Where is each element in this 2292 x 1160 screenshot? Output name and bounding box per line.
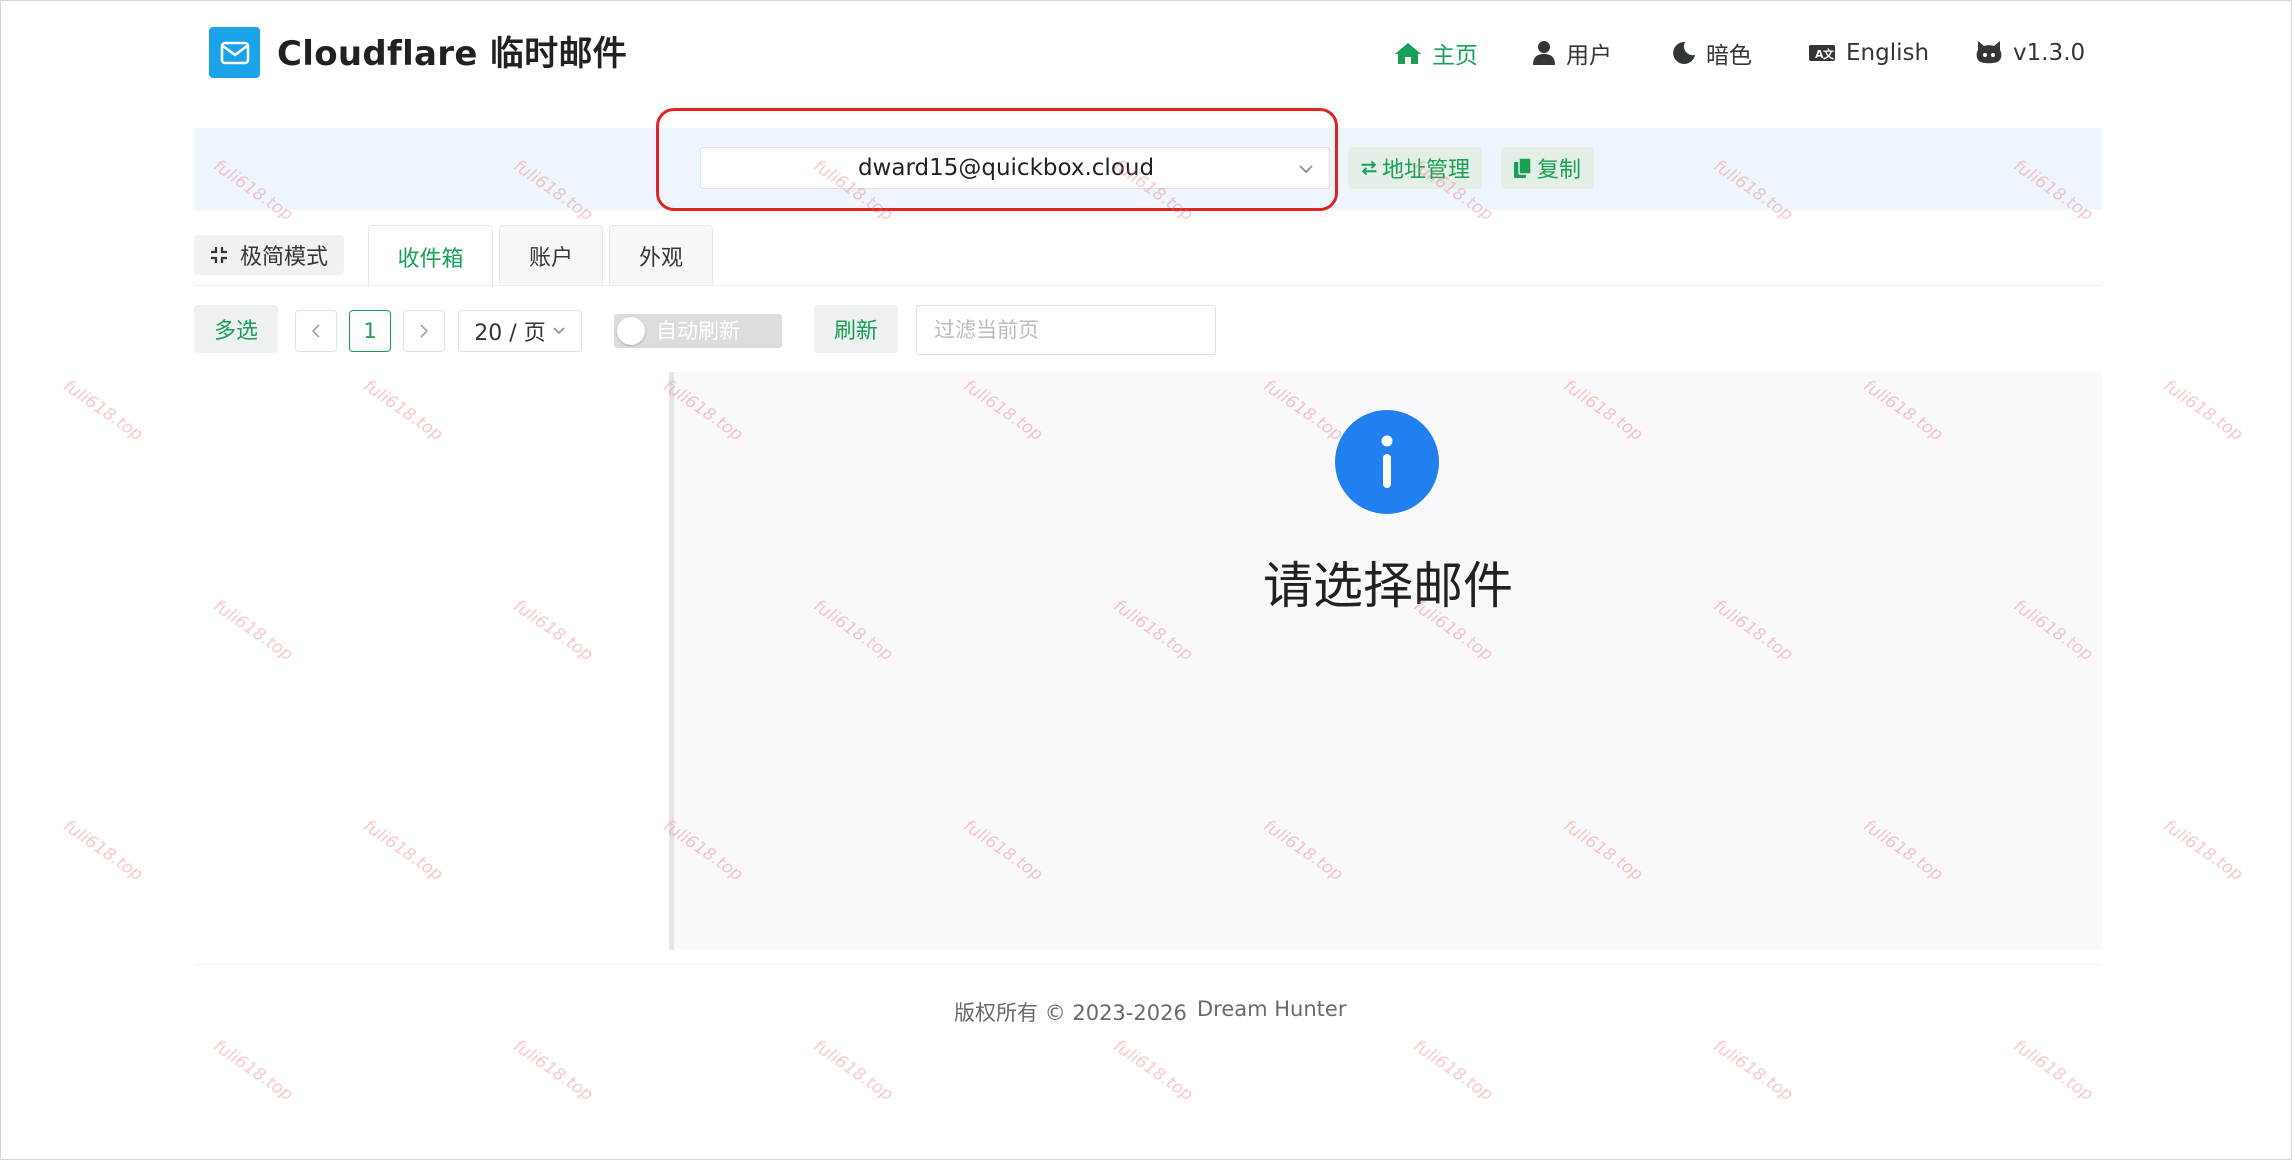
page-size-select[interactable]: 20 / 页: [458, 310, 582, 352]
home-icon: [1395, 43, 1421, 64]
watermark-text: fuli618.top: [1109, 1036, 1197, 1106]
copy-address-button[interactable]: 复制: [1501, 147, 1594, 189]
page-size-value: 20 / 页: [474, 321, 546, 346]
watermark-text: fuli618.top: [209, 1036, 297, 1106]
watermark-text: fuli618.top: [59, 376, 147, 446]
nav-dark-mode-label: 暗色: [1706, 43, 1752, 69]
minimal-mode-button[interactable]: 极简模式: [194, 235, 344, 275]
highlight-box: [656, 108, 1338, 211]
moon-icon: [1673, 41, 1695, 64]
tab-account[interactable]: 账户: [499, 225, 603, 285]
tab-appearance[interactable]: 外观: [609, 225, 713, 285]
chevron-right-icon: [420, 324, 429, 338]
nav-language-label: English: [1846, 40, 1930, 66]
footer-author[interactable]: Dream Hunter: [1197, 997, 1346, 1021]
watermark-text: fuli618.top: [59, 816, 147, 886]
filter-input[interactable]: [916, 305, 1216, 355]
auto-refresh-label: 自动刷新: [656, 319, 740, 343]
watermark-text: fuli618.top: [809, 1036, 897, 1106]
nav-dark-mode[interactable]: 暗色: [1672, 33, 1752, 73]
user-icon: [1533, 41, 1555, 65]
compress-icon: [210, 247, 227, 263]
language-icon: A 文: [1809, 45, 1835, 61]
exchange-icon: [1361, 160, 1377, 176]
chevron-left-icon: [311, 324, 320, 338]
info-icon: [1335, 410, 1439, 514]
watermark-text: fuli618.top: [2159, 376, 2247, 446]
nav-user-label: 用户: [1566, 43, 1612, 69]
chevron-down-icon: [553, 327, 565, 335]
address-manage-button[interactable]: 地址管理: [1348, 147, 1482, 189]
watermark-text: fuli618.top: [2009, 1036, 2097, 1106]
nav-home-label: 主页: [1432, 43, 1478, 69]
multi-select-button[interactable]: 多选: [194, 305, 278, 353]
nav-github-version[interactable]: v1.3.0: [1975, 33, 2085, 73]
nav-version-label: v1.3.0: [2013, 40, 2086, 66]
watermark-text: fuli618.top: [1709, 1036, 1797, 1106]
page-number-button[interactable]: 1: [349, 310, 391, 352]
app-logo-icon: [209, 27, 260, 78]
toggle-knob: [617, 317, 645, 345]
empty-state-text: 请选择邮件: [1263, 557, 1513, 615]
nav-language[interactable]: A 文 English: [1808, 33, 1929, 73]
mail-list: [194, 372, 667, 950]
footer-divider: [194, 964, 2102, 965]
watermark-text: fuli618.top: [2159, 816, 2247, 886]
copy-icon: [1514, 157, 1532, 178]
nav-user[interactable]: 用户: [1532, 33, 1612, 73]
github-icon: [1976, 41, 2002, 64]
app-title: Cloudflare 临时邮件: [277, 34, 628, 74]
next-page-button[interactable]: [403, 310, 445, 352]
tabs-divider: [194, 285, 2102, 286]
refresh-button[interactable]: 刷新: [814, 305, 898, 353]
tab-inbox[interactable]: 收件箱: [368, 225, 493, 287]
watermark-text: fuli618.top: [1409, 1036, 1497, 1106]
auto-refresh-toggle[interactable]: 自动刷新: [614, 314, 782, 348]
svg-text:文: 文: [1823, 47, 1835, 61]
watermark-text: fuli618.top: [509, 1036, 597, 1106]
nav-home[interactable]: 主页: [1394, 33, 1478, 73]
prev-page-button[interactable]: [295, 310, 337, 352]
footer-copyright: 版权所有 © 2023-2026: [954, 1001, 1187, 1025]
